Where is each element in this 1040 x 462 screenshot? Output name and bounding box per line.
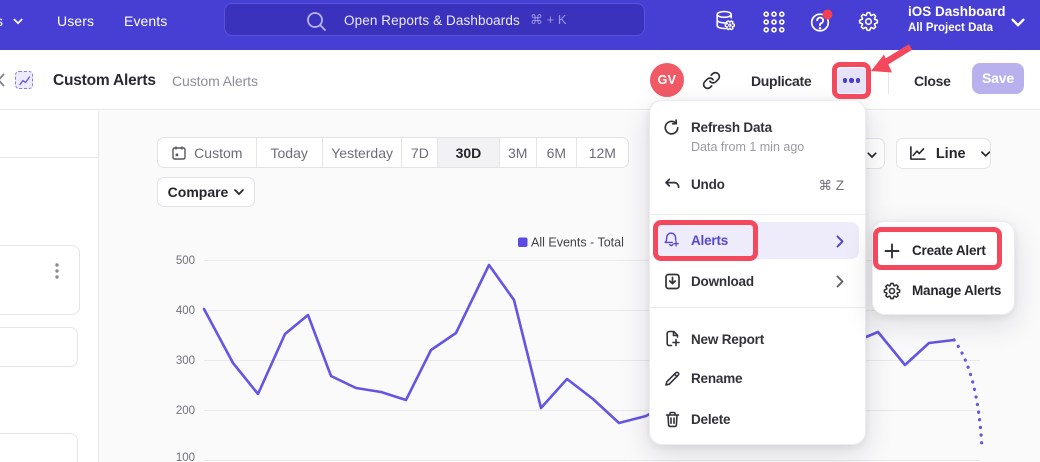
svg-text:100: 100 xyxy=(176,452,195,462)
svg-text:200: 200 xyxy=(176,405,195,417)
svg-text:300: 300 xyxy=(176,355,195,367)
svg-text:500: 500 xyxy=(176,255,195,267)
svg-text:400: 400 xyxy=(176,305,195,317)
svg-text:All Events - Total: All Events - Total xyxy=(531,236,624,250)
